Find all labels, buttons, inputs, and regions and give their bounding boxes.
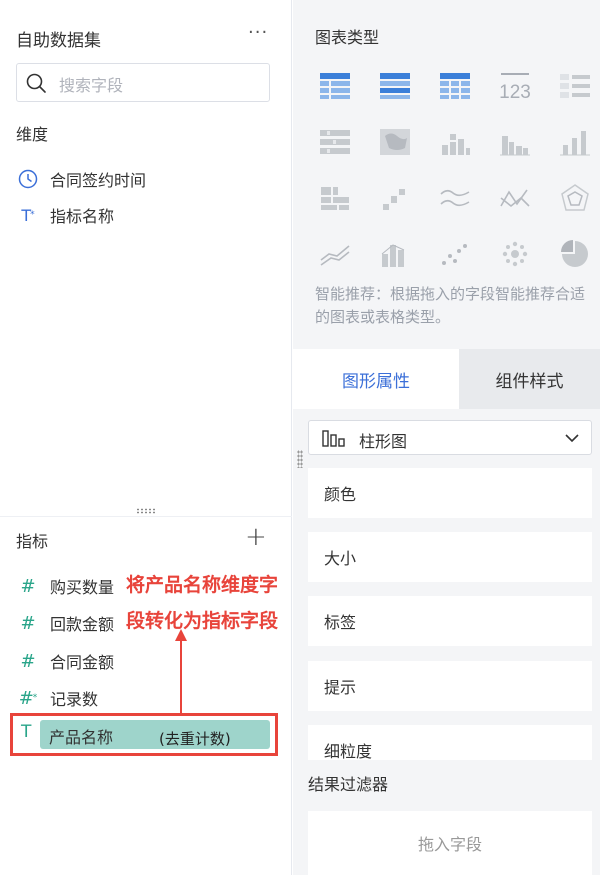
line-icon[interactable] [315,234,355,274]
fields-panel: 自助数据集 ··· 搜索字段 维度 合同签约时间 T * 指标名称 指标 + # … [0,0,292,875]
property-label[interactable]: 标签 [308,596,592,646]
bubble-icon[interactable] [495,234,535,274]
bar-icon[interactable] [555,122,595,162]
number-field-icon: # [20,575,36,597]
chart-recommendation-hint: 智能推荐：根据拖入的字段智能推荐合适的图表或表格类型。 [315,285,586,326]
tab-component-style[interactable]: 组件样式 [459,349,600,409]
stacked-bar-icon[interactable] [435,122,475,162]
metric-field-contract-amount[interactable]: # 合同金额 [16,648,114,674]
number-field-icon: # [20,612,36,634]
search-placeholder: 搜索字段 [59,76,124,95]
panel-splitter[interactable] [0,504,292,516]
dragged-metric-field-product-name[interactable]: T 产品名称 (去重计数) [10,713,278,756]
graph-type-select[interactable]: 柱形图 [308,420,592,455]
dimension-field-contract-date[interactable]: 合同签约时间 [16,166,146,192]
histogram-icon[interactable] [375,234,415,274]
property-tabs: 图形属性 组件样式 [293,349,600,409]
field-label: 产品名称 [49,728,114,747]
number-field-icon: # * [18,687,38,709]
add-metric-button[interactable]: + [245,522,267,552]
divider [0,516,292,517]
chart-type-title: 图表类型 [315,28,380,47]
result-filter-title: 结果过滤器 [308,775,389,794]
detail-table-icon[interactable] [435,66,475,106]
clock-icon [16,169,40,189]
metric-field-payment-amount[interactable]: # 回款金额 [16,610,114,636]
number-field-icon: # [20,650,36,672]
result-filter-dropzone[interactable]: 拖入字段 [308,811,592,875]
field-label: 合同签约时间 [50,171,147,190]
dimension-section-title: 维度 [16,125,49,144]
field-label: 购买数量 [50,578,115,597]
grouped-bar-icon[interactable] [495,122,535,162]
field-label: 指标名称 [50,207,115,226]
text-field-icon: T [21,722,32,742]
dimension-field-metric-name[interactable]: T * 指标名称 [16,202,114,228]
property-tooltip[interactable]: 提示 [308,661,592,711]
resize-handle-icon[interactable] [297,450,303,468]
metric-section-title: 指标 [16,532,49,551]
map-icon[interactable] [375,122,415,162]
search-icon [26,73,46,93]
dataset-title: 自助数据集 [16,31,101,51]
field-label: 回款金额 [50,615,115,634]
more-options-icon[interactable]: ··· [248,22,268,43]
scatter-icon[interactable] [435,234,475,274]
heatmap-icon[interactable] [315,122,355,162]
field-label: 合同金额 [50,653,115,672]
aggregation-label: (去重计数) [159,730,231,748]
property-color[interactable]: 颜色 [308,468,592,518]
crosstable-icon[interactable] [375,66,415,106]
chart-config-panel: 图表类型 123 智能推荐：根据拖入的字段智能推荐合适的图表或表格类型。 图形属… [293,0,600,875]
treemap-icon[interactable] [315,178,355,218]
metric-field-purchase-qty[interactable]: # 购买数量 [16,573,114,599]
bar-chart-icon [322,430,345,447]
search-input[interactable]: 搜索字段 [16,63,270,102]
graph-type-label: 柱形图 [359,432,408,451]
metric-field-record-count[interactable]: # * 记录数 [16,685,98,711]
grip-icon [136,508,156,514]
area-line-icon[interactable] [435,178,475,218]
pie-icon[interactable] [555,234,595,274]
tab-graph-properties[interactable]: 图形属性 [293,349,459,409]
text-field-icon: T * [21,205,35,225]
chevron-down-icon [565,434,579,443]
annotation-text-line1: 将产品名称维度字 [126,574,279,596]
radar-line-icon[interactable] [495,178,535,218]
field-label: 记录数 [50,690,99,709]
annotation-arrow [180,640,182,714]
table-icon[interactable] [315,66,355,106]
waterfall-icon[interactable] [375,178,415,218]
svg-text:123: 123 [499,82,531,101]
compare-table-icon[interactable] [555,66,595,106]
annotation-text-line2: 段转化为指标字段 [126,610,279,632]
radar-icon[interactable] [555,178,595,218]
kpi-number-icon[interactable]: 123 [495,66,535,106]
property-size[interactable]: 大小 [308,532,592,582]
